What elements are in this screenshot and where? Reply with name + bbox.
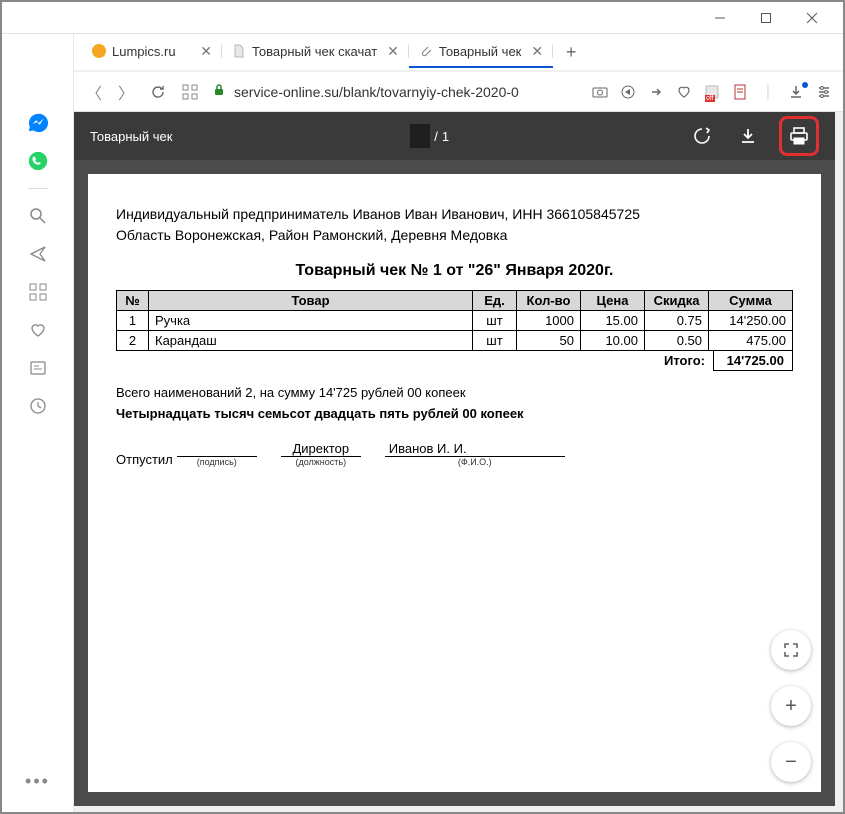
total-row: Итого: 14'725.00 — [116, 351, 793, 371]
rotate-button[interactable] — [687, 121, 717, 151]
history-icon[interactable] — [20, 397, 56, 415]
close-button[interactable] — [789, 2, 835, 34]
more-icon[interactable]: ••• — [25, 771, 50, 792]
pdf-page: Индивидуальный предприниматель Иванов Ив… — [88, 174, 821, 792]
summary-line: Всего наименований 2, на сумму 14'725 ру… — [116, 385, 793, 400]
signature-row: Отпустил (подпись) Директор (должность) … — [116, 441, 793, 467]
messenger-icon[interactable] — [20, 114, 56, 132]
total-label: Итого: — [656, 351, 713, 371]
heart-icon[interactable] — [675, 84, 693, 100]
col-sum: Сумма — [709, 291, 793, 311]
tab-title: Товарный чек — [439, 44, 521, 59]
tab-bar: Lumpics.ru ✕ Товарный чек скачат ✕ Товар… — [74, 34, 843, 70]
zoom-in-button[interactable]: + — [771, 686, 811, 726]
amount-words: Четырнадцать тысяч семьсот двадцать пять… — [116, 406, 793, 421]
fio-caption: (Ф.И.О.) — [458, 457, 492, 467]
sig-caption: (подпись) — [197, 457, 237, 467]
minimize-button[interactable] — [697, 2, 743, 34]
easy-setup-icon[interactable] — [815, 84, 833, 100]
new-tab-button[interactable]: + — [559, 40, 583, 64]
camera-icon[interactable] — [591, 84, 609, 100]
sidebar: ••• — [2, 34, 74, 812]
page-input[interactable] — [410, 124, 430, 148]
pdf-title: Товарный чек — [90, 129, 172, 144]
forward-button[interactable]: 〉 — [116, 80, 136, 104]
whatsapp-icon[interactable] — [20, 152, 56, 170]
close-icon[interactable]: ✕ — [200, 43, 212, 60]
table-header-row: № Товар Ед. Кол-во Цена Скидка Сумма — [117, 291, 793, 311]
tab-receipt-pdf[interactable]: Товарный чек ✕ — [409, 36, 553, 68]
page-indicator: / 1 — [172, 124, 687, 148]
receipt-table: № Товар Ед. Кол-во Цена Скидка Сумма 1 Р… — [116, 290, 793, 351]
fio-value: Иванов И. И. — [385, 441, 565, 457]
url-text: service-online.su/blank/tovarnyiy-chek-2… — [234, 84, 519, 100]
window-controls — [2, 2, 843, 34]
tab-title: Товарный чек скачат — [252, 44, 377, 59]
ext-icon[interactable] — [731, 84, 749, 100]
tab-receipt-download[interactable]: Товарный чек скачат ✕ — [222, 36, 409, 68]
page-total: 1 — [442, 129, 449, 144]
toolbar-icons: off | — [591, 83, 833, 101]
speed-dial-icon[interactable] — [20, 283, 56, 301]
seller-line: Индивидуальный предприниматель Иванов Ив… — [116, 204, 793, 225]
close-icon[interactable]: ✕ — [387, 43, 399, 60]
address-line: Область Воронежская, Район Рамонский, Де… — [116, 225, 793, 246]
position-value: Директор — [281, 441, 361, 457]
file-icon — [232, 44, 246, 58]
scrollbar[interactable] — [835, 112, 843, 806]
maximize-button[interactable] — [743, 2, 789, 34]
ext-off-icon[interactable]: off — [703, 84, 721, 100]
sign-line — [177, 441, 257, 457]
forward-icon[interactable] — [647, 85, 665, 99]
table-row: 2 Карандаш шт 50 10.00 0.50 475.00 — [117, 331, 793, 351]
search-icon[interactable] — [20, 207, 56, 225]
page-sep: / — [434, 129, 438, 144]
col-price: Цена — [581, 291, 645, 311]
print-button[interactable] — [784, 121, 814, 151]
pdf-body: Индивидуальный предприниматель Иванов Ив… — [74, 160, 835, 806]
released-label: Отпустил — [116, 452, 173, 467]
speed-dial-button[interactable] — [180, 84, 200, 100]
zoom-out-button[interactable]: − — [771, 742, 811, 782]
tab-lumpics[interactable]: Lumpics.ru ✕ — [82, 36, 222, 68]
vpn-icon[interactable] — [619, 84, 637, 100]
doc-header: Индивидуальный предприниматель Иванов Ив… — [116, 204, 793, 246]
heart-sidebar-icon[interactable] — [20, 321, 56, 339]
pos-caption: (должность) — [295, 457, 346, 467]
col-unit: Ед. — [473, 291, 517, 311]
attachment-icon — [419, 44, 433, 58]
fit-button[interactable] — [771, 630, 811, 670]
col-discount: Скидка — [645, 291, 709, 311]
zoom-controls: + − — [771, 630, 811, 782]
print-highlight — [779, 116, 819, 156]
send-icon[interactable] — [20, 245, 56, 263]
table-row: 1 Ручка шт 1000 15.00 0.75 14'250.00 — [117, 311, 793, 331]
col-qty: Кол-во — [517, 291, 581, 311]
favicon-icon — [92, 44, 106, 58]
pdf-toolbar: Товарный чек / 1 — [74, 112, 835, 160]
address-bar: 〈 〉 service-online.su/blank/tovarnyiy-ch… — [74, 72, 843, 112]
total-value: 14'725.00 — [713, 351, 793, 371]
download-icon[interactable] — [787, 84, 805, 100]
tab-title: Lumpics.ru — [112, 44, 190, 59]
news-icon[interactable] — [20, 359, 56, 377]
reload-button[interactable] — [148, 84, 168, 100]
url-field[interactable]: service-online.su/blank/tovarnyiy-chek-2… — [212, 83, 579, 100]
back-button[interactable]: 〈 — [84, 80, 104, 104]
col-no: № — [117, 291, 149, 311]
doc-title: Товарный чек № 1 от "26" Января 2020г. — [116, 262, 793, 280]
lock-icon — [212, 83, 226, 100]
col-item: Товар — [149, 291, 473, 311]
close-icon[interactable]: ✕ — [531, 43, 543, 60]
download-button[interactable] — [733, 121, 763, 151]
pdf-viewer: Товарный чек / 1 Индивидуальный предприн… — [74, 112, 835, 806]
